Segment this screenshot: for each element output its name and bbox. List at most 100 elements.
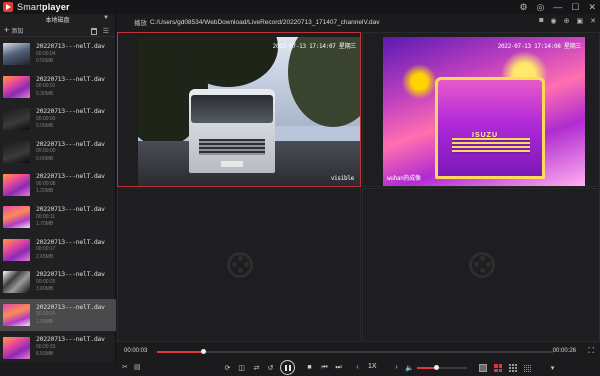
file-duration: 00:00:11 <box>36 213 56 220</box>
film-reel-icon <box>227 252 253 278</box>
capture-icon[interactable]: ◫ <box>236 362 247 373</box>
file-name: 20220713---nelT.dav <box>36 42 105 51</box>
progress-handle[interactable] <box>200 349 206 354</box>
add-file-button[interactable]: 添加 <box>11 26 23 35</box>
faster-icon[interactable]: › <box>391 362 402 373</box>
file-list-item[interactable]: 20220713---nelT.dav 00:00:00 0.00MB <box>0 103 116 136</box>
file-size: 1.00MB <box>36 318 54 325</box>
truck-image <box>183 81 281 181</box>
volume-slider[interactable] <box>417 365 467 370</box>
file-size: 6.50MB <box>36 351 54 358</box>
volume-fill <box>417 367 436 369</box>
app-title-light: Smart <box>17 2 43 12</box>
stop-icon[interactable]: ■ <box>304 362 315 373</box>
pause-button[interactable] <box>280 360 295 375</box>
video-window-1[interactable]: 2022-07-13 17:14:07 星期三 visible <box>117 32 361 187</box>
file-name: 20220713---nelT.dav <box>36 139 105 148</box>
layout-9-icon[interactable] <box>509 364 517 372</box>
loop-icon[interactable]: ⟳ <box>222 362 233 373</box>
file-name: 20220713---nelT.dav <box>36 335 105 344</box>
smartplayer-window: Smartplayer ⚙ ◎ — ☐ ✕ 本地磁盘 ▼ + 添加 ☰ 2022… <box>0 0 600 376</box>
playback-controls: ⟳ ◫ ⇄ ↺ ■ ⏮ ⏭ ‹ 1X › 🔈 ▾ <box>117 360 600 376</box>
local-disk-selector[interactable]: 本地磁盘 ▼ <box>0 14 115 25</box>
zoom-icon[interactable]: ⊕ <box>564 17 570 25</box>
volume-handle[interactable] <box>433 365 439 370</box>
osd-channel-thermal: wuhan热成像 <box>387 175 421 182</box>
ratio-icon[interactable]: ▣ <box>577 17 584 25</box>
file-list-item[interactable]: 20220713---nelT.dav 00:00:17 2.65MB <box>0 234 116 267</box>
bottom-left-tools: ✂ ▤ <box>122 363 141 371</box>
video-thumbnail <box>3 43 30 66</box>
progress-slider[interactable] <box>157 349 553 354</box>
file-list-item[interactable]: 20220713---nelT.dav 00:00:08 1.20MB <box>0 168 116 201</box>
file-list-item[interactable]: 20220713---nelT.dav 00:00:26 1.00MB <box>0 298 116 332</box>
more-layouts-icon[interactable]: ▾ <box>547 362 558 373</box>
file-duration: 00:00:00 <box>36 115 56 122</box>
chevron-down-icon[interactable]: ▼ <box>103 15 109 21</box>
progress-fill <box>157 351 203 353</box>
file-size: 0.00MB <box>36 123 54 130</box>
volume-icon[interactable]: 🔈 <box>404 362 415 373</box>
support-icon[interactable]: ◎ <box>537 1 545 13</box>
thermal-video-frame: ISUZU 2022-07-13 17:14:08 星期三 wuhan热成像 <box>383 37 585 186</box>
record-icon[interactable]: ◉ <box>551 17 557 25</box>
file-size: 0.00MB <box>36 155 54 162</box>
slower-icon[interactable]: ‹ <box>352 362 363 373</box>
app-title-bold: player <box>42 2 70 12</box>
osd-channel: visible <box>330 175 354 182</box>
file-duration: 00:00:33 <box>36 343 56 350</box>
file-size: 1.20MB <box>36 188 54 195</box>
camera-icon[interactable]: ◙ <box>539 17 543 25</box>
video-thumbnail <box>3 304 30 327</box>
timeline-bar: 00:00:03 00:00:26 ⛶ <box>117 342 600 360</box>
file-size: 0.55MB <box>36 58 54 65</box>
sync-icon[interactable]: ⇄ <box>251 362 262 373</box>
file-list-item[interactable]: 20220713---nelT.dav 00:00:04 0.55MB <box>0 38 116 71</box>
maximize-icon[interactable]: ☐ <box>571 1 579 13</box>
close-icon[interactable]: ✕ <box>590 17 596 25</box>
file-sidebar: 本地磁盘 ▼ + 添加 ☰ 20220713---nelT.dav 00:00:0… <box>0 14 116 362</box>
step-back-icon[interactable]: ⏮ <box>319 362 330 373</box>
file-duration: 00:00:08 <box>36 180 56 187</box>
title-bar: Smartplayer ⚙ ◎ — ☐ ✕ <box>0 0 600 14</box>
file-list-item[interactable]: 20220713---nelT.dav 00:00:11 1.70MB <box>0 201 116 234</box>
total-time: 00:00:26 <box>552 348 576 354</box>
add-icon[interactable]: + <box>4 26 9 35</box>
layout-1-icon[interactable] <box>479 364 487 372</box>
replay-icon[interactable]: ↺ <box>265 362 276 373</box>
playing-label: 播放 <box>134 20 147 27</box>
settings-icon[interactable]: ⚙ <box>519 1 527 13</box>
file-list-item[interactable]: 20220713---nelT.dav 00:00:26 3.60MB <box>0 266 116 299</box>
file-list-item[interactable]: 20220713---nelT.dav 00:00:33 6.50MB <box>0 331 116 364</box>
video-window-3[interactable] <box>117 188 361 342</box>
file-info: 20220713---nelT.dav 00:00:11 1.70MB <box>36 206 105 229</box>
file-size: 3.60MB <box>36 286 54 293</box>
video-thumbnail <box>3 336 30 359</box>
trash-icon[interactable] <box>91 28 97 35</box>
layout-16-icon[interactable] <box>524 364 532 372</box>
app-title: Smartplayer <box>17 2 70 12</box>
step-forward-icon[interactable]: ⏭ <box>333 362 344 373</box>
file-info: 20220713---nelT.dav 00:00:33 6.50MB <box>36 336 105 359</box>
file-name: 20220713---nelT.dav <box>36 172 105 181</box>
fullscreen-icon[interactable]: ⛶ <box>588 346 594 356</box>
local-disk-label: 本地磁盘 <box>45 18 70 24</box>
close-window-icon[interactable]: ✕ <box>588 1 596 13</box>
file-info: 20220713---nelT.dav 00:00:26 1.00MB <box>36 303 105 327</box>
osd-timestamp-thermal: 2022-07-13 17:14:08 星期三 <box>497 43 582 50</box>
layout-4-icon[interactable] <box>494 364 502 372</box>
truck-brand: ISUZU <box>472 132 498 139</box>
path-bar: 播放 C:/Users/gd08534/WebDownload/LiveReco… <box>117 14 600 30</box>
minimize-icon[interactable]: — <box>553 1 562 13</box>
file-info: 20220713---nelT.dav 00:00:00 0.00MB <box>36 139 105 164</box>
video-window-2[interactable]: ISUZU 2022-07-13 17:14:08 星期三 wuhan热成像 <box>362 32 600 187</box>
video-thumbnail <box>3 238 30 261</box>
file-list-item[interactable]: 20220713---nelT.dav 00:00:02 0.30MB <box>0 71 116 104</box>
file-name: 20220713---nelT.dav <box>36 107 105 116</box>
current-time: 00:00:03 <box>124 348 148 354</box>
video-window-4[interactable] <box>362 188 600 342</box>
list-view-icon[interactable]: ☰ <box>103 28 109 36</box>
clip-icon[interactable]: ✂ <box>122 363 128 371</box>
folder-icon[interactable]: ▤ <box>134 363 141 371</box>
file-list-item[interactable]: 20220713---nelT.dav 00:00:00 0.00MB <box>0 136 116 169</box>
